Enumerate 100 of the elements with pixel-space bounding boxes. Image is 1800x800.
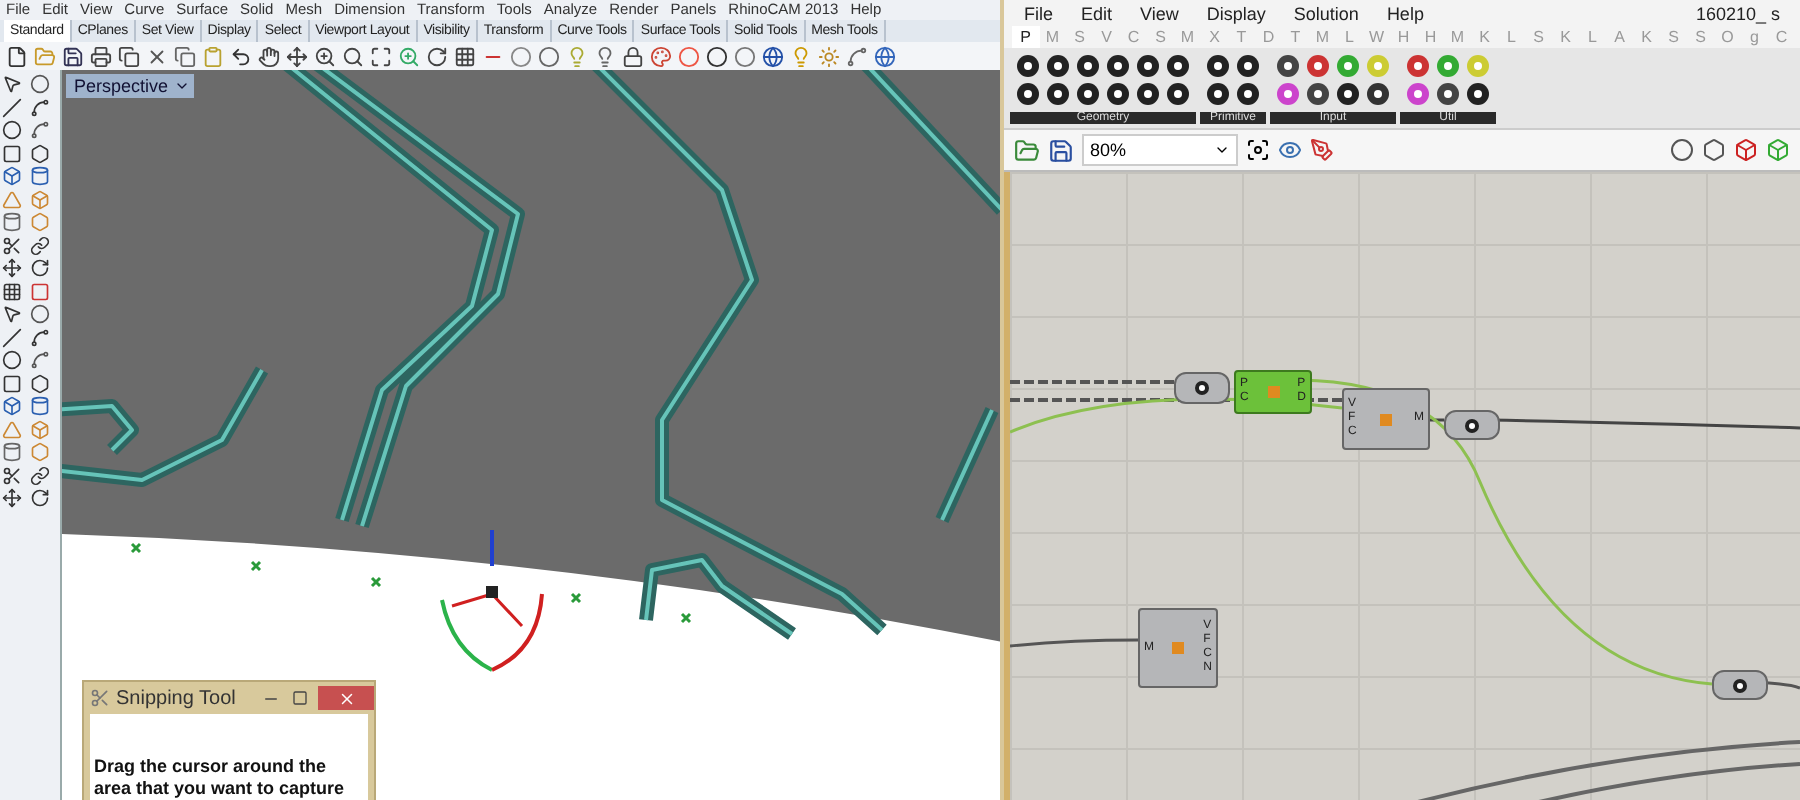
globe-icon[interactable] <box>874 45 896 67</box>
component-icon[interactable] <box>1136 54 1160 78</box>
component-icon[interactable] <box>1366 82 1390 106</box>
rotate-icon[interactable] <box>30 258 50 278</box>
close-icon[interactable] <box>146 45 168 67</box>
spline-icon[interactable] <box>30 327 50 347</box>
component-icon[interactable] <box>1166 54 1190 78</box>
pen-icon[interactable] <box>1310 138 1334 162</box>
cylinder-icon[interactable] <box>30 396 50 416</box>
box-icon[interactable] <box>1734 138 1758 162</box>
parameter-node[interactable] <box>1174 372 1230 404</box>
cylinder-icon[interactable] <box>30 166 50 186</box>
slash-icon[interactable] <box>2 97 22 117</box>
component-icon[interactable] <box>1206 82 1230 106</box>
zoom-field[interactable]: 80% <box>1082 134 1238 166</box>
eye-icon[interactable] <box>1278 138 1302 162</box>
hexagon-icon[interactable] <box>30 373 50 393</box>
maximize-icon[interactable] <box>370 45 392 67</box>
caret-icon[interactable] <box>174 78 191 94</box>
viewport-tab[interactable]: Perspective <box>66 74 195 98</box>
cylinder-icon[interactable] <box>2 442 22 462</box>
pointer-icon[interactable] <box>2 74 22 94</box>
spline-icon[interactable] <box>846 45 868 67</box>
scissors-icon[interactable] <box>2 465 22 485</box>
component-icon[interactable] <box>1336 82 1360 106</box>
hand-icon[interactable] <box>258 45 280 67</box>
zoom-icon[interactable] <box>314 45 336 67</box>
component-icon[interactable] <box>1046 82 1070 106</box>
circle-icon[interactable] <box>1670 138 1694 162</box>
spline-icon[interactable] <box>30 120 50 140</box>
menu-item[interactable]: Help <box>1386 3 1424 23</box>
component-icon[interactable] <box>1076 54 1100 78</box>
clipboard-icon[interactable] <box>202 45 224 67</box>
component-icon[interactable] <box>1206 54 1230 78</box>
circle-icon[interactable] <box>706 45 728 67</box>
document-icon[interactable] <box>6 45 28 67</box>
search-icon[interactable] <box>342 45 364 67</box>
hexagon-icon[interactable] <box>30 143 50 163</box>
grid-icon[interactable] <box>454 45 476 67</box>
component-icon[interactable] <box>1236 54 1260 78</box>
sun-icon[interactable] <box>818 45 840 67</box>
parameter-node[interactable] <box>1712 670 1768 700</box>
circle-icon[interactable] <box>2 120 22 140</box>
menu-item[interactable]: Solution <box>1293 3 1359 23</box>
square-icon[interactable] <box>2 373 22 393</box>
component-icon[interactable] <box>1016 82 1040 106</box>
link-icon[interactable] <box>30 235 50 255</box>
spline-icon[interactable] <box>30 97 50 117</box>
frame-icon[interactable] <box>1246 138 1270 162</box>
menu-item[interactable]: Display <box>1206 3 1266 23</box>
circle-icon[interactable] <box>538 45 560 67</box>
parameter-node[interactable] <box>1444 410 1500 440</box>
grid-icon[interactable] <box>2 281 22 301</box>
rotate-icon[interactable] <box>426 45 448 67</box>
copy-icon[interactable] <box>118 45 140 67</box>
circle-icon[interactable] <box>2 350 22 370</box>
component-icon[interactable] <box>1276 54 1300 78</box>
component-icon[interactable] <box>1076 82 1100 106</box>
box-icon[interactable] <box>30 189 50 209</box>
pointer-icon[interactable] <box>2 304 22 324</box>
globe-icon[interactable] <box>762 45 784 67</box>
rotate-icon[interactable] <box>30 488 50 508</box>
undo-icon[interactable] <box>230 45 252 67</box>
lock-icon[interactable] <box>622 45 644 67</box>
component-icon[interactable] <box>1016 54 1040 78</box>
scissors-icon[interactable] <box>2 235 22 255</box>
component-icon[interactable] <box>1306 82 1330 106</box>
component-icon[interactable] <box>1466 82 1490 106</box>
spline-icon[interactable] <box>30 350 50 370</box>
component-icon[interactable] <box>1106 54 1130 78</box>
printer-icon[interactable] <box>90 45 112 67</box>
triangle-icon[interactable] <box>2 419 22 439</box>
component-icon[interactable] <box>1236 82 1260 106</box>
triangle-icon[interactable] <box>2 189 22 209</box>
slash-icon[interactable] <box>2 327 22 347</box>
box-icon[interactable] <box>2 396 22 416</box>
component-icon[interactable] <box>1436 82 1460 106</box>
maximize-button[interactable] <box>288 686 312 710</box>
cylinder-icon[interactable] <box>2 212 22 232</box>
square-icon[interactable] <box>2 143 22 163</box>
component-icon[interactable] <box>1106 82 1130 106</box>
menu-item[interactable]: File <box>1024 3 1054 23</box>
folder-icon[interactable] <box>1014 137 1040 163</box>
menu-item[interactable]: Edit <box>1081 3 1113 23</box>
menu-item[interactable]: View <box>1140 3 1179 23</box>
move-icon[interactable] <box>2 488 22 508</box>
box-icon[interactable] <box>1766 138 1790 162</box>
link-icon[interactable] <box>30 465 50 485</box>
palette-icon[interactable] <box>650 45 672 67</box>
move-icon[interactable] <box>286 45 308 67</box>
copy-icon[interactable] <box>174 45 196 67</box>
component-icon[interactable] <box>1136 82 1160 106</box>
component-icon[interactable] <box>1166 82 1190 106</box>
move-icon[interactable] <box>2 258 22 278</box>
box-icon[interactable] <box>30 419 50 439</box>
hexagon-icon[interactable] <box>1702 138 1726 162</box>
lightbulb-icon[interactable] <box>594 45 616 67</box>
box-icon[interactable] <box>2 166 22 186</box>
category-tab[interactable]: P <box>1012 26 1039 48</box>
component-icon[interactable] <box>1046 54 1070 78</box>
